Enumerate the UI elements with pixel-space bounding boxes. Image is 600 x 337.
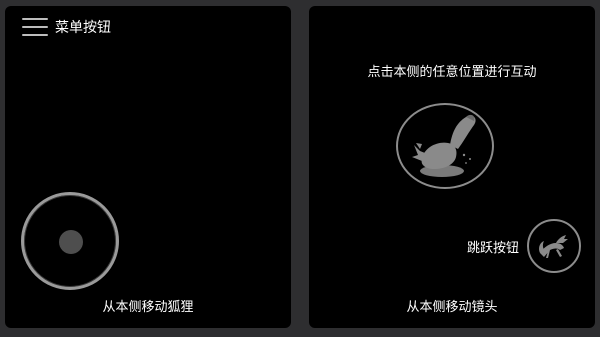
- jumping-fox-icon: [539, 235, 568, 258]
- interaction-hint: 点击本侧的任意位置进行互动: [367, 65, 537, 80]
- jump-button[interactable]: [527, 219, 581, 273]
- jump-label: 跳跃按钮: [466, 240, 519, 256]
- game-screen: 菜单按钮 从本侧移动狐狸 点击本侧的任意位置进行互动 跳跃按钮 从本侧移动镜头: [0, 0, 600, 337]
- right-control-panel[interactable]: 点击本侧的任意位置进行互动 跳跃按钮 从本侧移动镜头: [309, 6, 595, 328]
- menu-button[interactable]: 菜单按钮: [22, 17, 111, 37]
- left-panel-caption: 从本侧移动狐狸: [102, 300, 194, 315]
- left-control-panel[interactable]: 菜单按钮 从本侧移动狐狸: [5, 6, 291, 328]
- movement-joystick[interactable]: [21, 192, 119, 290]
- menu-label: 菜单按钮: [55, 20, 111, 36]
- interact-button[interactable]: [396, 103, 494, 189]
- hamburger-menu-icon: [22, 18, 48, 36]
- fox-icon: [412, 114, 476, 177]
- right-panel-caption: 从本侧移动镜头: [406, 300, 498, 315]
- joystick-knob[interactable]: [59, 230, 83, 254]
- jump-control: 跳跃按钮: [467, 219, 581, 273]
